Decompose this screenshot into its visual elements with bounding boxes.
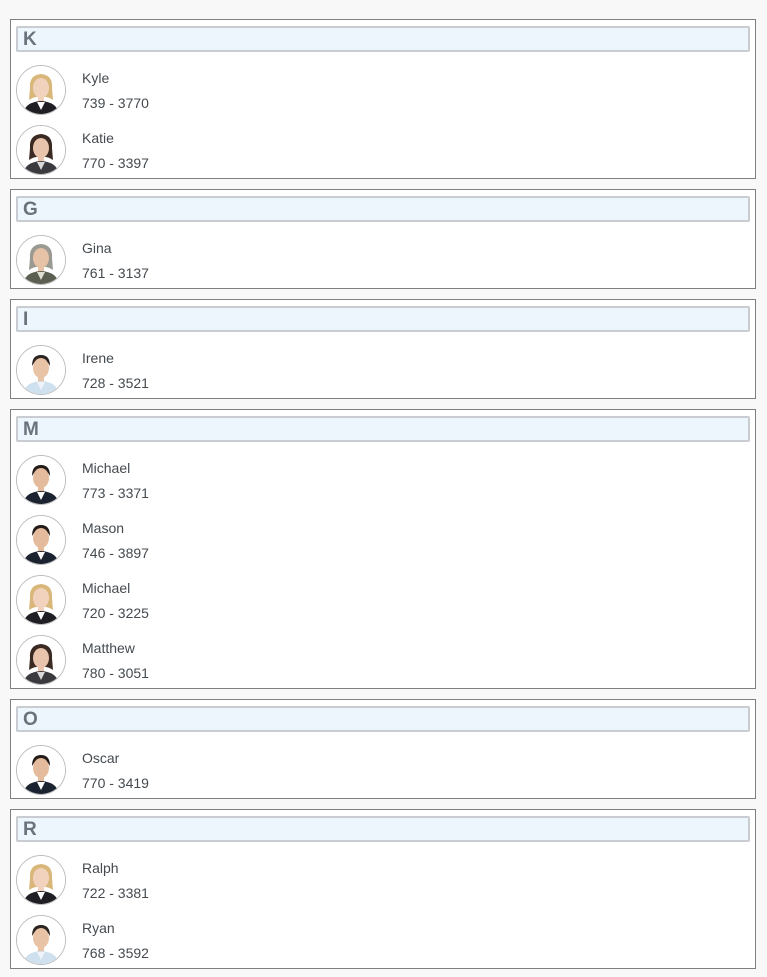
contact-phone: 773 - 3371 bbox=[82, 485, 149, 501]
contact-phone: 768 - 3592 bbox=[82, 945, 149, 961]
contact-item[interactable]: Gina 761 - 3137 bbox=[16, 235, 736, 285]
group-header: G bbox=[16, 196, 750, 222]
contact-group-m: M Michael 773 - 3371 Mason 746 - 3897 Mich… bbox=[10, 409, 756, 689]
contact-item[interactable]: Kyle 739 - 3770 bbox=[16, 65, 736, 115]
avatar bbox=[16, 345, 66, 395]
contact-name: Ryan bbox=[82, 920, 115, 936]
group-letter: K bbox=[23, 29, 37, 50]
contact-group-r: R Ralph 722 - 3381 Ryan 768 - 3592 bbox=[10, 809, 756, 969]
contact-phone: 722 - 3381 bbox=[82, 885, 149, 901]
contact-item[interactable]: Matthew 780 - 3051 bbox=[16, 635, 736, 685]
contact-phone: 770 - 3397 bbox=[82, 155, 149, 171]
group-header: I bbox=[16, 306, 750, 332]
avatar bbox=[16, 515, 66, 565]
contact-name: Michael bbox=[82, 460, 131, 476]
contact-name: Matthew bbox=[82, 640, 135, 656]
group-header: K bbox=[16, 26, 750, 52]
group-letter: O bbox=[23, 709, 38, 730]
avatar bbox=[16, 855, 66, 905]
contact-item[interactable]: Ralph 722 - 3381 bbox=[16, 855, 736, 905]
group-header: O bbox=[16, 706, 750, 732]
avatar bbox=[16, 575, 66, 625]
group-letter: I bbox=[23, 309, 29, 330]
avatar bbox=[16, 65, 66, 115]
contact-phone: 739 - 3770 bbox=[82, 95, 149, 111]
contact-name: Oscar bbox=[82, 750, 120, 766]
contact-item[interactable]: Katie 770 - 3397 bbox=[16, 125, 736, 175]
contact-group-k: K Kyle 739 - 3770 Katie 770 - 3397 bbox=[10, 19, 756, 179]
avatar bbox=[16, 125, 66, 175]
avatar bbox=[16, 235, 66, 285]
contact-group-g: G Gina 761 - 3137 bbox=[10, 189, 756, 289]
group-letter: M bbox=[23, 419, 39, 440]
contact-name: Katie bbox=[82, 130, 114, 146]
contact-phone: 780 - 3051 bbox=[82, 665, 149, 681]
contact-group-o: O Oscar 770 - 3419 bbox=[10, 699, 756, 799]
contact-item[interactable]: Ryan 768 - 3592 bbox=[16, 915, 736, 965]
contact-item[interactable]: Oscar 770 - 3419 bbox=[16, 745, 736, 795]
contact-item[interactable]: Irene 728 - 3521 bbox=[16, 345, 736, 395]
avatar bbox=[16, 455, 66, 505]
contact-item[interactable]: Michael 720 - 3225 bbox=[16, 575, 736, 625]
contact-name: Gina bbox=[82, 240, 112, 256]
contact-name: Ralph bbox=[82, 860, 119, 876]
avatar bbox=[16, 745, 66, 795]
contact-name: Mason bbox=[82, 520, 125, 536]
contact-item[interactable]: Mason 746 - 3897 bbox=[16, 515, 736, 565]
group-header: M bbox=[16, 416, 750, 442]
group-letter: R bbox=[23, 819, 37, 840]
contact-name: Michael bbox=[82, 580, 131, 596]
avatar bbox=[16, 635, 66, 685]
contact-phone: 728 - 3521 bbox=[82, 375, 149, 391]
contact-group-i: I Irene 728 - 3521 bbox=[10, 299, 756, 399]
contact-phone: 770 - 3419 bbox=[82, 775, 149, 791]
contact-phone: 720 - 3225 bbox=[82, 605, 149, 621]
group-letter: G bbox=[23, 199, 38, 220]
contact-item[interactable]: Michael 773 - 3371 bbox=[16, 455, 736, 505]
contact-phone: 761 - 3137 bbox=[82, 265, 149, 281]
contact-phone: 746 - 3897 bbox=[82, 545, 149, 561]
contact-name: Kyle bbox=[82, 70, 110, 86]
contact-name: Irene bbox=[82, 350, 114, 366]
group-header: R bbox=[16, 816, 750, 842]
avatar bbox=[16, 915, 66, 965]
